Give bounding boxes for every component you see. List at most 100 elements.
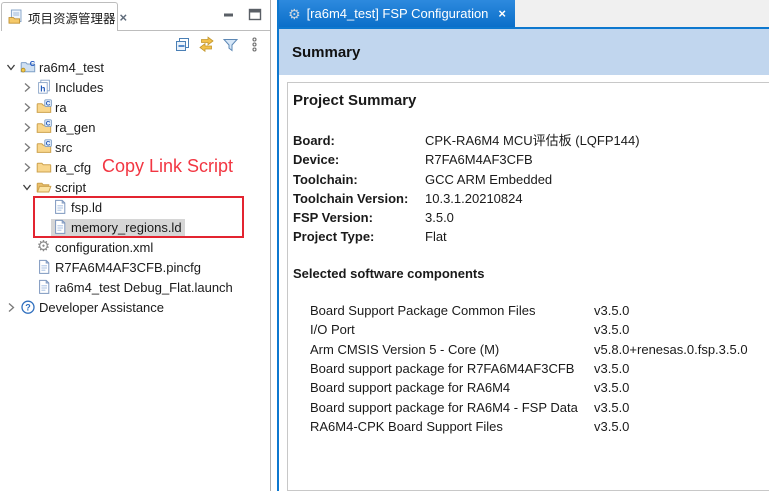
collapse-all-icon[interactable]: [174, 36, 191, 53]
field-value: Flat: [425, 229, 447, 244]
tree-item-configuration-xml[interactable]: ⚙configuration.xml: [0, 237, 269, 257]
link-with-editor-icon[interactable]: [198, 36, 215, 53]
project-summary-section: Project Summary Board:CPK-RA6M4 MCU评估板 (…: [287, 82, 769, 491]
app-window: 项目资源管理器 ×: [0, 0, 769, 491]
close-icon[interactable]: ×: [498, 7, 506, 20]
summary-fields: Board:CPK-RA6M4 MCU评估板 (LQFP144)Device:R…: [293, 131, 769, 247]
tree-item-ra6m4-test[interactable]: Cra6m4_test: [0, 57, 269, 77]
tree-item-label: R7FA6M4AF3CFB.pincfg: [52, 259, 204, 276]
svg-text:h: h: [40, 83, 45, 93]
view-menu-icon[interactable]: [246, 36, 263, 53]
editor-tab-bar: ⚙ [ra6m4_test] FSP Configuration ×: [279, 0, 769, 29]
svg-text:C: C: [45, 100, 50, 107]
component-version: v3.5.0: [594, 380, 629, 395]
component-row: Board support package for RA6M4 - FSP Da…: [293, 398, 769, 417]
component-name: Board support package for RA6M4: [310, 378, 594, 397]
component-version: v3.5.0: [594, 303, 629, 318]
tab-project-explorer[interactable]: 项目资源管理器 ×: [1, 2, 118, 31]
tree-item-label: ra6m4_test: [36, 59, 107, 76]
chevron-collapsed-icon[interactable]: [6, 302, 19, 313]
minimize-icon[interactable]: [222, 8, 236, 22]
file-icon: [35, 259, 52, 275]
component-row: Board support package for R7FA6M4AF3CFBv…: [293, 359, 769, 378]
component-version: v3.5.0: [594, 322, 629, 337]
component-name: I/O Port: [310, 320, 594, 339]
field-value: 10.3.1.20210824: [425, 191, 523, 206]
chevron-expanded-icon[interactable]: [6, 62, 19, 73]
component-name: RA6M4-CPK Board Support Files: [310, 417, 594, 436]
tree-item-ra6m4-test-debug-flat-launch[interactable]: ra6m4_test Debug_Flat.launch: [0, 277, 269, 297]
editor-area: ⚙ [ra6m4_test] FSP Configuration × Summa…: [277, 0, 769, 491]
tree-item-r7fa6m4af3cfb-pincfg[interactable]: R7FA6M4AF3CFB.pincfg: [0, 257, 269, 277]
folder-icon: [35, 159, 52, 175]
explorer-tab-title: 项目资源管理器: [28, 8, 116, 27]
maximize-icon[interactable]: [248, 8, 262, 22]
tab-fsp-configuration[interactable]: ⚙ [ra6m4_test] FSP Configuration ×: [279, 0, 515, 27]
tree-item-src[interactable]: Csrc: [0, 137, 269, 157]
tree-item-fsp-ld[interactable]: fsp.ld: [0, 197, 269, 217]
summary-field-toolchain: Toolchain:GCC ARM Embedded: [293, 170, 769, 189]
editor-tab-title: [ra6m4_test] FSP Configuration: [307, 6, 489, 21]
component-version: v5.8.0+renesas.0.fsp.3.5.0: [594, 342, 748, 357]
chevron-collapsed-icon[interactable]: [22, 82, 35, 93]
includes-icon: h: [35, 79, 52, 95]
explorer-tab-row: 项目资源管理器 ×: [0, 0, 270, 31]
tree-item-label: ra: [52, 99, 70, 116]
tree-item-ra-gen[interactable]: Cra_gen: [0, 117, 269, 137]
tree-item-label: ra6m4_test Debug_Flat.launch: [52, 279, 236, 296]
source-folder-icon: C: [35, 119, 52, 135]
chevron-collapsed-icon[interactable]: [22, 102, 35, 113]
components-title: Selected software components: [293, 266, 769, 282]
chevron-spacer: [22, 262, 35, 273]
component-version: v3.5.0: [594, 419, 629, 434]
tree-item-label: configuration.xml: [52, 239, 156, 256]
chevron-collapsed-icon[interactable]: [22, 162, 35, 173]
component-name: Board support package for RA6M4 - FSP Da…: [310, 398, 594, 417]
summary-field-toolchain-version: Toolchain Version:10.3.1.20210824: [293, 189, 769, 208]
tree-item-label: ra_cfg: [52, 159, 94, 176]
component-name: Arm CMSIS Version 5 - Core (M): [310, 340, 594, 359]
project-explorer-panel: 项目资源管理器 ×: [0, 0, 271, 491]
tree-item-label: Developer Assistance: [36, 299, 167, 316]
field-value: 3.5.0: [425, 210, 454, 225]
chevron-expanded-icon[interactable]: [22, 182, 35, 193]
svg-text:C: C: [29, 59, 35, 68]
filter-icon[interactable]: [222, 36, 239, 53]
tree-item-script[interactable]: script: [0, 177, 269, 197]
field-label: Toolchain Version:: [293, 189, 425, 208]
tree-item-label: fsp.ld: [68, 199, 105, 216]
project-tree: Cra6m4_testhIncludesCraCra_genCsrcra_cfg…: [0, 57, 269, 317]
tree-item-label: memory_regions.ld: [68, 219, 185, 236]
field-value: GCC ARM Embedded: [425, 172, 552, 187]
question-icon: ?: [19, 299, 36, 315]
field-label: Board:: [293, 131, 425, 150]
source-folder-icon: C: [35, 139, 52, 155]
selected-highlight: memory_regions.ld: [51, 219, 185, 236]
chevron-collapsed-icon[interactable]: [22, 122, 35, 133]
field-label: Project Type:: [293, 227, 425, 246]
tree-item-memory-regions-ld[interactable]: memory_regions.ld: [0, 217, 269, 237]
tree-item-label: ra_gen: [52, 119, 98, 136]
tree-item-label: Includes: [52, 79, 106, 96]
chevron-spacer: [38, 202, 51, 213]
project-summary-title: Project Summary: [293, 92, 769, 110]
tree-item-ra-cfg[interactable]: ra_cfg: [0, 157, 269, 177]
component-row: RA6M4-CPK Board Support Filesv3.5.0: [293, 417, 769, 436]
components-list: Board Support Package Common Filesv3.5.0…: [293, 301, 769, 437]
svg-text:C: C: [45, 140, 50, 147]
chevron-spacer: [22, 242, 35, 253]
tree-item-includes[interactable]: h Includes: [0, 77, 269, 97]
chevron-collapsed-icon[interactable]: [22, 142, 35, 153]
tree-item-developer-assistance[interactable]: ?Developer Assistance: [0, 297, 269, 317]
component-version: v3.5.0: [594, 400, 629, 415]
close-icon[interactable]: ×: [120, 11, 128, 24]
field-label: FSP Version:: [293, 208, 425, 227]
open-folder-icon: [35, 179, 52, 195]
summary-field-board: Board:CPK-RA6M4 MCU评估板 (LQFP144): [293, 131, 769, 150]
svg-text:C: C: [45, 120, 50, 127]
field-label: Toolchain:: [293, 170, 425, 189]
field-label: Device:: [293, 150, 425, 169]
tree-item-ra[interactable]: Cra: [0, 97, 269, 117]
summary-header: Summary: [279, 29, 769, 75]
chevron-spacer: [22, 282, 35, 293]
